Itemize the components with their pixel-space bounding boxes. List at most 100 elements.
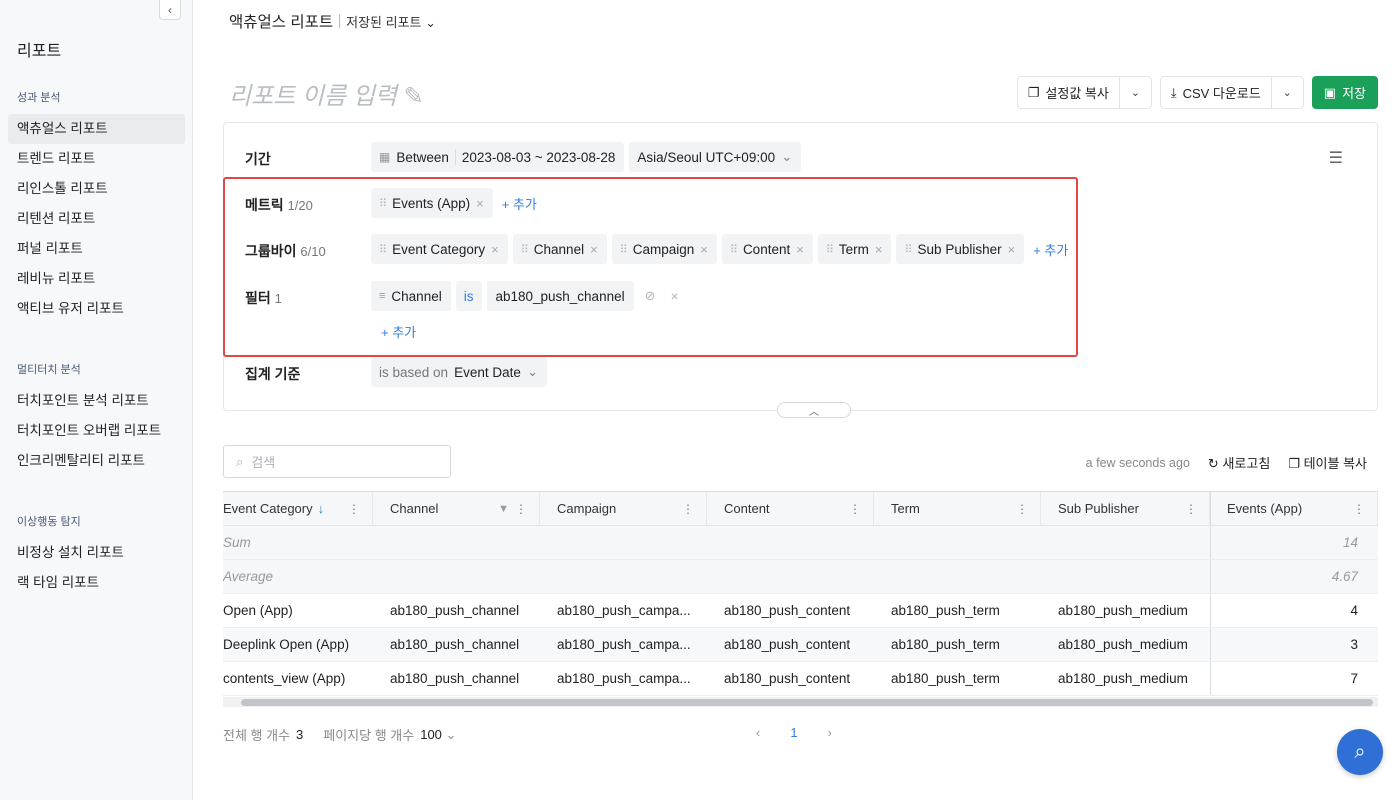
aggregation-select[interactable]: is based on Event Date ⌄ — [371, 357, 548, 387]
table-cell: 4 — [1210, 594, 1378, 627]
more-icon[interactable]: ⋮ — [1353, 502, 1365, 516]
column-header[interactable]: Event Category ↓ ⋮ — [223, 492, 373, 525]
refresh-button[interactable]: ↻ 새로고침 — [1208, 453, 1270, 472]
chevron-down-icon: ⌄ — [425, 14, 437, 30]
sidebar-group-fraud: 이상행동 탐지 비정상 설치 리포트 랙 타임 리포트 — [0, 514, 193, 598]
chevron-down-icon: ⌄ — [781, 149, 793, 164]
report-name-input[interactable]: 리포트 이름 입력 ✎ — [229, 76, 424, 111]
filter-icon[interactable]: ▼ — [498, 503, 509, 515]
more-icon[interactable]: ⋮ — [1016, 502, 1028, 516]
search-input[interactable]: ⌕ 검색 — [223, 445, 451, 478]
sidebar-item-active-user[interactable]: 액티브 유저 리포트 — [8, 294, 185, 324]
page-number[interactable]: 1 — [790, 725, 797, 740]
sidebar-group-performance: 성과 분석 액츄얼스 리포트 트렌드 리포트 리인스톨 리포트 리텐션 리포트 … — [0, 90, 193, 324]
average-value: 4.67 — [1210, 560, 1378, 593]
chevron-down-icon: ⌄ — [1130, 87, 1140, 99]
sliders-icon[interactable]: ☰ — [1329, 148, 1343, 168]
table-cell: contents_view (App) — [223, 671, 346, 686]
chevron-up-icon: ︿ — [809, 406, 819, 418]
total-rows-label: 전체 행 개수 — [223, 728, 291, 743]
table-row[interactable]: Deeplink Open (App) ab180_push_channel a… — [223, 628, 1378, 662]
table-cell: Deeplink Open (App) — [223, 637, 350, 652]
period-controls: ▦ Between 2023-08-03 ~ 2023-08-28 Asia/S… — [371, 142, 802, 172]
sidebar-item-funnel[interactable]: 퍼널 리포트 — [8, 234, 185, 264]
column-header[interactable]: Campaign ⋮ — [540, 492, 707, 525]
save-button[interactable]: ▣ 저장 — [1311, 76, 1378, 109]
csv-download-dropdown[interactable]: ⌄ — [1270, 77, 1303, 108]
average-row: Average 4.67 — [223, 560, 1378, 594]
refresh-icon: ↻ — [1207, 456, 1219, 471]
more-icon[interactable]: ⋮ — [682, 502, 694, 516]
table-cell: ab180_push_term — [891, 603, 1000, 618]
collapse-sidebar-button[interactable]: ‹ — [159, 0, 181, 20]
copy-settings-button[interactable]: ❐ 설정값 복사 — [1018, 77, 1119, 108]
sum-label: Sum — [223, 535, 251, 550]
highlight-box — [223, 177, 1078, 357]
breadcrumb: 액츄얼스 리포트 저장된 리포트 ⌄ — [229, 10, 436, 32]
column-header[interactable]: Channel ▼ ⋮ — [373, 492, 540, 525]
sidebar-group-label: 멀티터치 분석 — [17, 364, 81, 376]
save-icon: ▣ — [1323, 84, 1337, 100]
sidebar-item-reinstall[interactable]: 리인스톨 리포트 — [8, 174, 185, 204]
search-icon: ⌕ — [1354, 740, 1366, 763]
sidebar-item-incrementality[interactable]: 인크리멘탈리티 리포트 — [8, 446, 185, 476]
table-toolbar: a few seconds ago ↻ 새로고침 ❐ 테이블 복사 — [1086, 453, 1367, 472]
date-range-picker[interactable]: ▦ Between 2023-08-03 ~ 2023-08-28 — [371, 142, 625, 172]
horizontal-scrollbar[interactable] — [223, 697, 1378, 707]
table-row[interactable]: contents_view (App) ab180_push_channel a… — [223, 662, 1378, 696]
sidebar-item-retention[interactable]: 리텐션 리포트 — [8, 204, 185, 234]
download-icon: ⤓ — [1170, 84, 1177, 100]
more-icon[interactable]: ⋮ — [348, 502, 360, 516]
copy-settings-dropdown[interactable]: ⌄ — [1118, 77, 1151, 108]
sidebar-item-touchpoint-analysis[interactable]: 터치포인트 분석 리포트 — [8, 386, 185, 416]
column-header[interactable]: Term ⋮ — [874, 492, 1041, 525]
period-label: 기간 — [245, 151, 271, 167]
help-search-fab[interactable]: ⌕ — [1337, 729, 1383, 775]
sum-value: 14 — [1210, 526, 1378, 559]
sidebar-item-lag-time[interactable]: 랙 타임 리포트 — [8, 568, 185, 598]
sidebar-item-abnormal-install[interactable]: 비정상 설치 리포트 — [8, 538, 185, 568]
copy-table-button[interactable]: ❐ 테이블 복사 — [1288, 453, 1367, 472]
table-cell: ab180_push_campa... — [557, 637, 691, 652]
sidebar-item-actuals[interactable]: 액츄얼스 리포트 — [8, 114, 185, 144]
chevron-left-icon[interactable]: ‹ — [756, 725, 760, 740]
sidebar-item-revenue[interactable]: 레비뉴 리포트 — [8, 264, 185, 294]
sort-desc-icon[interactable]: ↓ — [318, 501, 325, 516]
table-cell: ab180_push_medium — [1058, 637, 1188, 652]
saved-reports-dropdown[interactable]: 저장된 리포트 ⌄ — [346, 12, 436, 31]
more-icon[interactable]: ⋮ — [515, 502, 527, 516]
table-cell: Open (App) — [223, 603, 293, 618]
table-cell: ab180_push_medium — [1058, 603, 1188, 618]
chevron-left-icon: ‹ — [168, 2, 172, 17]
table-cell: ab180_push_content — [724, 603, 851, 618]
timezone-select[interactable]: Asia/Seoul UTC+09:00 ⌄ — [629, 142, 802, 172]
chevron-down-icon: ⌄ — [445, 726, 457, 742]
csv-download-button[interactable]: ⤓ CSV 다운로드 — [1161, 77, 1271, 108]
more-icon[interactable]: ⋮ — [1185, 502, 1197, 516]
results-table: Event Category ↓ ⋮ Channel ▼ ⋮ Campaign ⋮ Con… — [223, 491, 1378, 696]
breadcrumb-report[interactable]: 액츄얼스 리포트 — [229, 10, 333, 32]
action-bar: ❐ 설정값 복사 ⌄ ⤓ CSV 다운로드 ⌄ ▣ 저장 — [1016, 76, 1378, 109]
copy-icon: ❐ — [1288, 456, 1300, 471]
table-cell: ab180_push_campa... — [557, 671, 691, 686]
column-header[interactable]: Sub Publisher ⋮ — [1041, 492, 1210, 525]
more-icon[interactable]: ⋮ — [849, 502, 861, 516]
table-row[interactable]: Open (App) ab180_push_channel ab180_push… — [223, 594, 1378, 628]
rows-per-page-select[interactable]: 100 ⌄ — [420, 727, 456, 743]
chevron-right-icon[interactable]: › — [828, 725, 832, 740]
column-header[interactable]: Events (App) ⋮ — [1210, 492, 1378, 525]
table-cell: 7 — [1210, 662, 1378, 695]
scrollbar-thumb[interactable] — [241, 699, 1373, 706]
pencil-icon: ✎ — [403, 83, 424, 110]
sidebar-group-multitouch: 멀티터치 분석 터치포인트 분석 리포트 터치포인트 오버랩 리포트 인크리멘탈… — [0, 362, 193, 476]
aggregation-row: is based on Event Date ⌄ — [371, 357, 548, 387]
column-header[interactable]: Content ⋮ — [707, 492, 874, 525]
collapse-panel-button[interactable]: ︿ — [777, 402, 851, 418]
table-cell: ab180_push_medium — [1058, 671, 1188, 686]
divider — [454, 149, 456, 165]
sidebar-item-trend[interactable]: 트렌드 리포트 — [8, 144, 185, 174]
sidebar-item-touchpoint-overlap[interactable]: 터치포인트 오버랩 리포트 — [8, 416, 185, 446]
main-content: 액츄얼스 리포트 저장된 리포트 ⌄ 리포트 이름 입력 ✎ ❐ 설정값 복사 ⌄… — [193, 0, 1400, 800]
table-cell: 3 — [1210, 628, 1378, 661]
copy-settings-group: ❐ 설정값 복사 ⌄ — [1016, 76, 1152, 109]
